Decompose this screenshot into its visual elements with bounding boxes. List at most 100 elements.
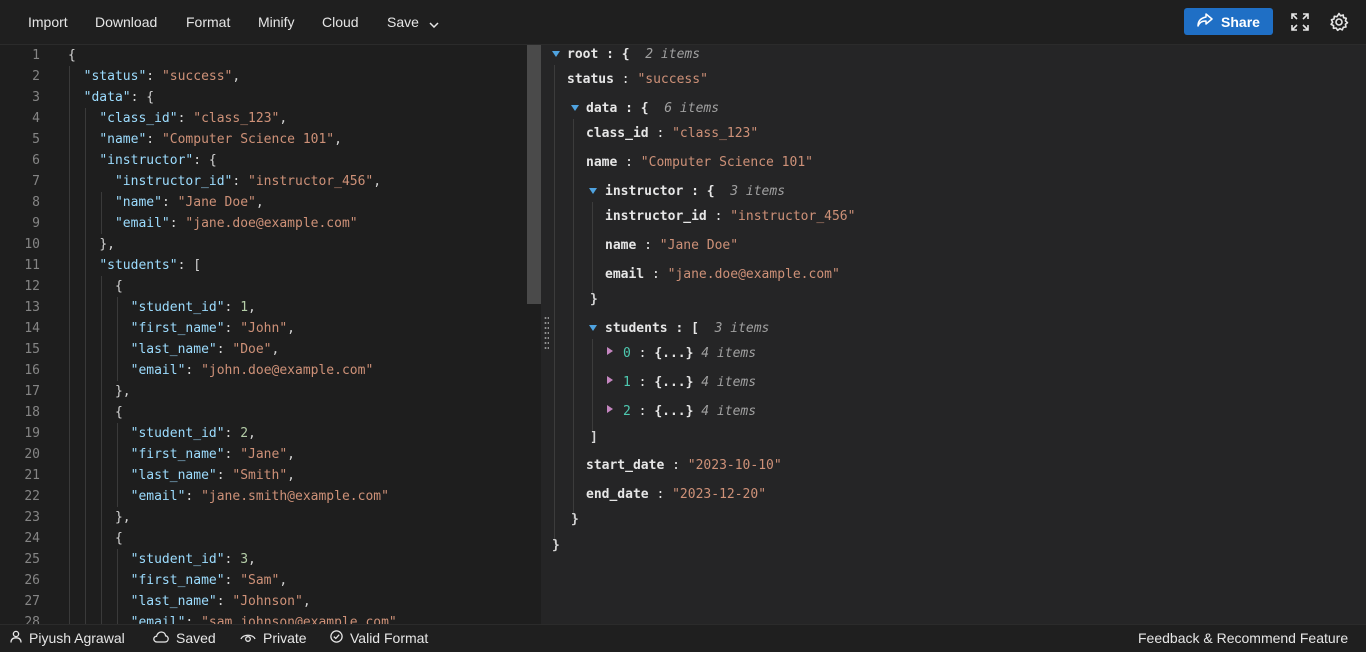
expand-toggle-icon[interactable]: [552, 51, 560, 57]
closing-brace: }: [552, 538, 560, 553]
code-line: 4 "class_id": "class_123",: [0, 108, 528, 129]
code-line: 6 "instructor": {: [0, 150, 528, 171]
share-button[interactable]: Share: [1184, 8, 1273, 35]
feedback-link[interactable]: Feedback & Recommend Feature: [1138, 625, 1348, 652]
code-line: 22 "email": "jane.smith@example.com": [0, 486, 528, 507]
code-line: 15 "last_name": "Doe",: [0, 339, 528, 360]
line-number: 10: [24, 237, 40, 252]
line-number: 3: [32, 90, 40, 105]
code-line: 2 "status": "success",: [0, 66, 528, 87]
tree-node-student-0[interactable]: 0 : {...} 4 items: [623, 344, 756, 364]
top-toolbar: Import Download Format Minify Cloud Save…: [0, 0, 1366, 45]
code-line: 16 "email": "john.doe@example.com": [0, 360, 528, 381]
closing-brace: }: [571, 512, 579, 527]
gear-icon[interactable]: [1329, 12, 1349, 32]
import-menu[interactable]: Import: [28, 0, 68, 44]
code-line: 12 {: [0, 276, 528, 297]
tree-node-student-1[interactable]: 1 : {...} 4 items: [623, 373, 756, 393]
code-line: 21 "last_name": "Smith",: [0, 465, 528, 486]
download-menu[interactable]: Download: [95, 0, 157, 44]
editor-scrollbar[interactable]: [527, 45, 541, 304]
privacy-status[interactable]: Private: [240, 625, 307, 652]
code-line: 11 "students": [: [0, 255, 528, 276]
save-label: Save: [387, 14, 419, 30]
line-number: 23: [24, 510, 40, 525]
user-status[interactable]: Piyush Agrawal: [10, 625, 125, 652]
line-number: 22: [24, 489, 40, 504]
validity-status: Valid Format: [330, 625, 428, 652]
line-number: 20: [24, 447, 40, 462]
cloud-menu[interactable]: Cloud: [322, 0, 359, 44]
check-circle-icon: [330, 625, 343, 652]
tree-node-data[interactable]: data : { 6 items: [586, 99, 719, 119]
status-bar: Piyush Agrawal Saved Private Valid Forma…: [0, 624, 1366, 652]
tree-guide: [592, 202, 593, 294]
line-number: 21: [24, 468, 40, 483]
user-icon: [10, 625, 22, 652]
chevron-down-icon: [429, 1, 439, 45]
line-number: 16: [24, 363, 40, 378]
line-number: 6: [32, 153, 40, 168]
code-line: 10 },: [0, 234, 528, 255]
code-line: 18 {: [0, 402, 528, 423]
collapsed-toggle-icon[interactable]: [607, 376, 613, 384]
minify-button[interactable]: Minify: [258, 0, 295, 44]
line-number: 28: [24, 615, 40, 624]
tree-node-students[interactable]: students : [ 3 items: [605, 319, 769, 339]
tree-node-instructor-name[interactable]: name : "Jane Doe": [605, 236, 738, 256]
line-number: 7: [32, 174, 40, 189]
tree-node-root[interactable]: root : { 2 items: [567, 45, 700, 65]
json-code-editor[interactable]: 1{ 2 "status": "success", 3 "data": { 4 …: [0, 45, 528, 624]
format-button[interactable]: Format: [186, 0, 230, 44]
eye-icon: [240, 625, 256, 652]
tree-guide: [573, 119, 574, 519]
line-number: 18: [24, 405, 40, 420]
tree-node-name[interactable]: name : "Computer Science 101": [586, 153, 813, 173]
tree-node-start-date[interactable]: start_date : "2023-10-10": [586, 456, 782, 476]
line-number: 1: [32, 48, 40, 63]
validity-label: Valid Format: [350, 630, 429, 646]
line-number: 26: [24, 573, 40, 588]
code-line: 26 "first_name": "Sam",: [0, 570, 528, 591]
tree-node-instructor-email[interactable]: email : "jane.doe@example.com": [605, 265, 840, 285]
line-number: 14: [24, 321, 40, 336]
line-number: 13: [24, 300, 40, 315]
json-tree-view: root : { 2 items status : "success" data…: [549, 45, 1366, 624]
cloud-icon: [153, 625, 169, 652]
code-line: 19 "student_id": 2,: [0, 423, 528, 444]
share-icon: [1197, 13, 1213, 30]
line-number: 2: [32, 69, 40, 84]
line-number: 27: [24, 594, 40, 609]
code-line: 28 "email": "sam.johnson@example.com": [0, 612, 528, 624]
saved-status: Saved: [153, 625, 216, 652]
line-number: 15: [24, 342, 40, 357]
line-number: 9: [32, 216, 40, 231]
expand-toggle-icon[interactable]: [589, 325, 597, 331]
collapsed-toggle-icon[interactable]: [607, 347, 613, 355]
collapsed-toggle-icon[interactable]: [607, 405, 613, 413]
tree-node-end-date[interactable]: end_date : "2023-12-20": [586, 485, 766, 505]
share-label: Share: [1221, 13, 1260, 30]
tree-node-instructor-id[interactable]: instructor_id : "instructor_456": [605, 207, 855, 227]
expand-toggle-icon[interactable]: [571, 105, 579, 111]
fullscreen-icon[interactable]: [1290, 12, 1310, 32]
line-number: 5: [32, 132, 40, 147]
code-line: 20 "first_name": "Jane",: [0, 444, 528, 465]
line-number: 17: [24, 384, 40, 399]
code-line: 25 "student_id": 3,: [0, 549, 528, 570]
save-menu[interactable]: Save: [387, 0, 439, 44]
code-line: 27 "last_name": "Johnson",: [0, 591, 528, 612]
line-number: 25: [24, 552, 40, 567]
tree-node-status[interactable]: status : "success": [567, 70, 708, 90]
line-number: 12: [24, 279, 40, 294]
code-line: 8 "name": "Jane Doe",: [0, 192, 528, 213]
user-name: Piyush Agrawal: [29, 630, 125, 646]
code-line: 23 },: [0, 507, 528, 528]
tree-node-class-id[interactable]: class_id : "class_123": [586, 124, 758, 144]
expand-toggle-icon[interactable]: [589, 188, 597, 194]
closing-brace: }: [590, 292, 598, 307]
code-line: 9 "email": "jane.doe@example.com": [0, 213, 528, 234]
tree-node-instructor[interactable]: instructor : { 3 items: [605, 182, 785, 202]
code-line: 1{: [0, 45, 528, 66]
tree-node-student-2[interactable]: 2 : {...} 4 items: [623, 402, 756, 422]
